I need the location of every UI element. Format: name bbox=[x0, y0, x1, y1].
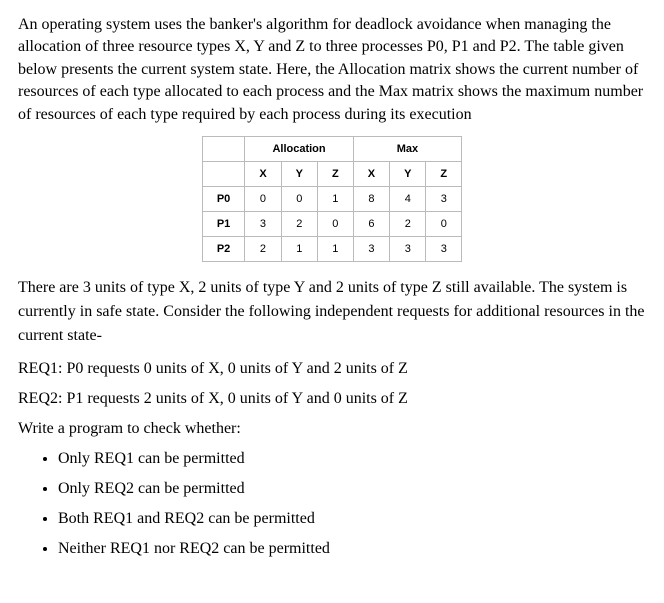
table-row: P2 2 1 1 3 3 3 bbox=[202, 236, 461, 261]
cell: 1 bbox=[318, 236, 354, 261]
cell: 0 bbox=[318, 211, 354, 236]
cell: 1 bbox=[318, 186, 354, 211]
cell: 2 bbox=[245, 236, 281, 261]
cell: 3 bbox=[353, 236, 389, 261]
subheader: Z bbox=[426, 161, 462, 186]
row-label: P2 bbox=[202, 236, 244, 261]
cell: 2 bbox=[281, 211, 317, 236]
header-allocation: Allocation bbox=[245, 136, 353, 161]
row-label: P1 bbox=[202, 211, 244, 236]
list-item: Both REQ1 and REQ2 can be permitted bbox=[58, 510, 646, 528]
req2-text: REQ2: P1 requests 2 units of X, 0 units … bbox=[18, 390, 646, 408]
cell: 6 bbox=[353, 211, 389, 236]
list-item: Neither REQ1 nor REQ2 can be permitted bbox=[58, 540, 646, 558]
cell: 0 bbox=[426, 211, 462, 236]
subheader: X bbox=[353, 161, 389, 186]
subheader: Y bbox=[281, 161, 317, 186]
subheader: Z bbox=[318, 161, 354, 186]
after-table-paragraph: There are 3 units of type X, 2 units of … bbox=[18, 276, 646, 348]
resource-table: Allocation Max X Y Z X Y Z P0 0 0 1 8 4 … bbox=[202, 136, 462, 262]
subheader: Y bbox=[390, 161, 426, 186]
cell: 8 bbox=[353, 186, 389, 211]
cell: 3 bbox=[426, 186, 462, 211]
list-item: Only REQ1 can be permitted bbox=[58, 450, 646, 468]
cell: 2 bbox=[390, 211, 426, 236]
cell: 3 bbox=[426, 236, 462, 261]
cell: 3 bbox=[245, 211, 281, 236]
intro-paragraph: An operating system uses the banker's al… bbox=[18, 14, 646, 126]
req1-text: REQ1: P0 requests 0 units of X, 0 units … bbox=[18, 360, 646, 378]
row-label: P0 bbox=[202, 186, 244, 211]
bullet-list: Only REQ1 can be permitted Only REQ2 can… bbox=[18, 450, 646, 558]
cell: 0 bbox=[245, 186, 281, 211]
cell: 3 bbox=[390, 236, 426, 261]
prompt-text: Write a program to check whether: bbox=[18, 420, 646, 438]
cell: 4 bbox=[390, 186, 426, 211]
table-row: P0 0 0 1 8 4 3 bbox=[202, 186, 461, 211]
cell: 0 bbox=[281, 186, 317, 211]
list-item: Only REQ2 can be permitted bbox=[58, 480, 646, 498]
subheader: X bbox=[245, 161, 281, 186]
header-max: Max bbox=[353, 136, 461, 161]
table-row: P1 3 2 0 6 2 0 bbox=[202, 211, 461, 236]
table-container: Allocation Max X Y Z X Y Z P0 0 0 1 8 4 … bbox=[18, 136, 646, 262]
corner-cell bbox=[202, 161, 244, 186]
corner-cell bbox=[202, 136, 244, 161]
cell: 1 bbox=[281, 236, 317, 261]
